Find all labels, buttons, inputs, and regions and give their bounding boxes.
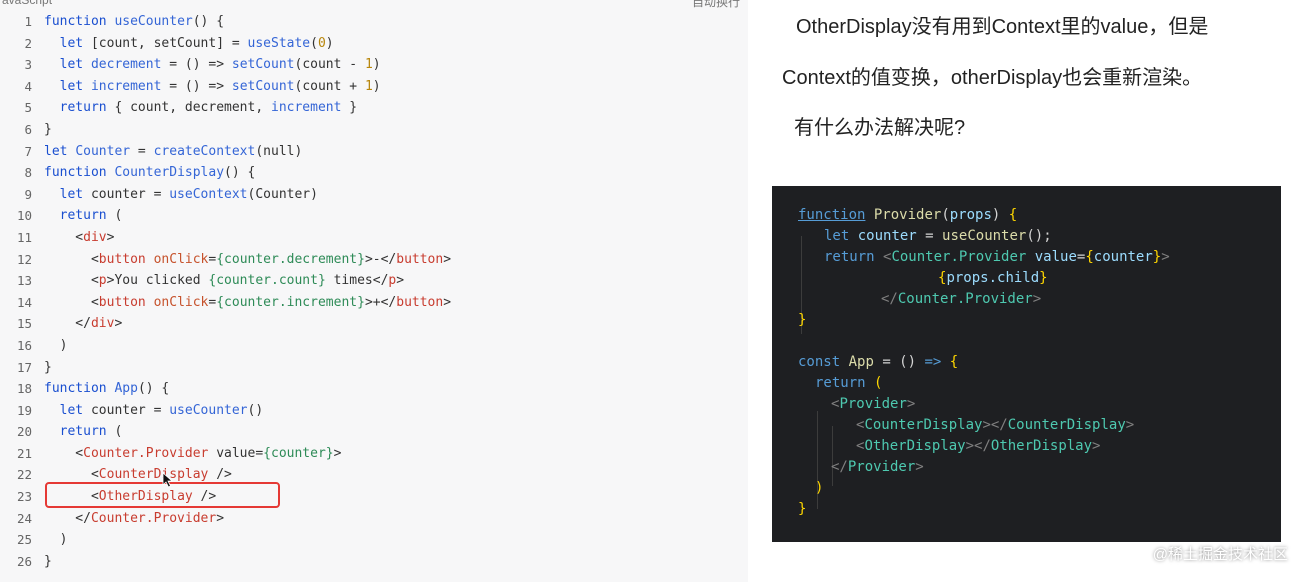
- line-number: 18: [16, 381, 32, 397]
- line-number: 2: [24, 35, 32, 51]
- line-code: return (: [59, 424, 123, 440]
- line-code: <div>: [44, 229, 115, 245]
- line-number: 21: [16, 445, 32, 461]
- line-number: 19: [16, 402, 32, 418]
- line-number: 3: [24, 57, 32, 73]
- snippet-line-8: const App = () => {: [798, 354, 959, 370]
- snippet-line-3: return <Counter.Provider value={counter}…: [824, 249, 1170, 265]
- line-number: 14: [16, 294, 32, 310]
- line-code: return { count, decrement, increment }: [59, 100, 358, 116]
- line-code: return (: [59, 208, 123, 224]
- line-number: 17: [16, 359, 32, 375]
- line-number: 9: [24, 186, 32, 202]
- line-number: 25: [16, 532, 32, 548]
- line-number: 5: [24, 100, 32, 116]
- line-code: <p>You clicked {counter.count} times</p>: [44, 273, 405, 289]
- line-code: </Counter.Provider>: [44, 510, 225, 526]
- line-number: 12: [16, 251, 32, 267]
- watermark: @稀土掘金技术社区: [1152, 546, 1288, 563]
- line-number: 10: [16, 208, 32, 224]
- explanation-panel: OtherDisplay没有用到Context里的value，但是 Contex…: [748, 0, 1302, 582]
- line-code: }: [44, 359, 52, 375]
- note-line-2: Context的值变换，otherDisplay也会重新渲染。: [782, 67, 1203, 89]
- editor-header: avaScript 自动换行: [0, 0, 748, 10]
- line-code: let counter = useContext(Counter): [59, 186, 318, 202]
- line-code: let [count, setCount] = useState(0): [59, 35, 334, 51]
- line-number: 7: [24, 143, 32, 159]
- line-code: }: [44, 121, 52, 137]
- line-number: 11: [16, 229, 32, 245]
- line-code: </div>: [44, 316, 123, 332]
- line-code: ): [44, 337, 68, 353]
- word-wrap-toggle[interactable]: 自动换行: [692, 0, 740, 10]
- snippet-line-14: ): [815, 480, 824, 496]
- snippet-line-4: {props.child}: [938, 270, 1048, 286]
- indent-guide: [832, 426, 833, 486]
- snippet-line-11: <CounterDisplay></CounterDisplay>: [856, 417, 1135, 433]
- line-number: 13: [16, 273, 32, 289]
- mouse-pointer-icon: [162, 472, 174, 488]
- line-number: 22: [16, 467, 32, 483]
- line-code: function App() {: [44, 381, 170, 397]
- line-number: 8: [24, 165, 32, 181]
- line-code: function CounterDisplay() {: [44, 165, 256, 181]
- snippet-line-9: return (: [815, 375, 883, 391]
- snippet-line-15: }: [798, 501, 807, 517]
- line-number: 16: [16, 337, 32, 353]
- snippet-line-13: </Provider>: [831, 459, 924, 475]
- line-code: let increment = () => setCount(count + 1…: [59, 78, 381, 94]
- snippet-line-10: <Provider>: [831, 396, 916, 412]
- snippet-line-12: <OtherDisplay></OtherDisplay>: [856, 438, 1101, 454]
- language-label: avaScript: [2, 0, 53, 7]
- line-number: 1: [24, 14, 32, 29]
- line-code: ): [44, 532, 68, 548]
- snippet-line-6: }: [798, 312, 807, 328]
- line-code: function useCounter() {: [44, 14, 225, 29]
- line-code: let counter = useCounter(): [59, 402, 264, 418]
- line-code: <button onClick={counter.increment}>+</b…: [44, 294, 452, 310]
- snippet-line-2: let counter = useCounter();: [824, 228, 1052, 244]
- line-number: 26: [16, 553, 32, 569]
- line-number: 15: [16, 316, 32, 332]
- line-number: 6: [24, 121, 32, 137]
- snippet-line-5: </Counter.Provider>: [881, 291, 1042, 307]
- line-number: 4: [24, 78, 32, 94]
- line-number: 20: [16, 424, 32, 440]
- note-line-3: 有什么办法解决呢?: [794, 117, 966, 139]
- line-code: let Counter = createContext(null): [44, 143, 303, 159]
- line-code: }: [44, 553, 52, 569]
- line-code: <button onClick={counter.decrement}>-</b…: [44, 251, 452, 267]
- code-editor-panel: avaScript 自动换行 1 function useCounter() { 2…: [0, 0, 748, 582]
- snippet-line-1: function Provider(props) {: [798, 207, 1018, 223]
- solution-code-panel: function Provider(props) { let counter =…: [772, 186, 1281, 542]
- line-code: let decrement = () => setCount(count - 1…: [59, 57, 381, 73]
- line-number: 23: [16, 489, 32, 505]
- line-number: 24: [16, 510, 32, 526]
- line-code: <Counter.Provider value={counter}>: [44, 445, 342, 461]
- note-line-1: OtherDisplay没有用到Context里的value，但是: [796, 16, 1209, 38]
